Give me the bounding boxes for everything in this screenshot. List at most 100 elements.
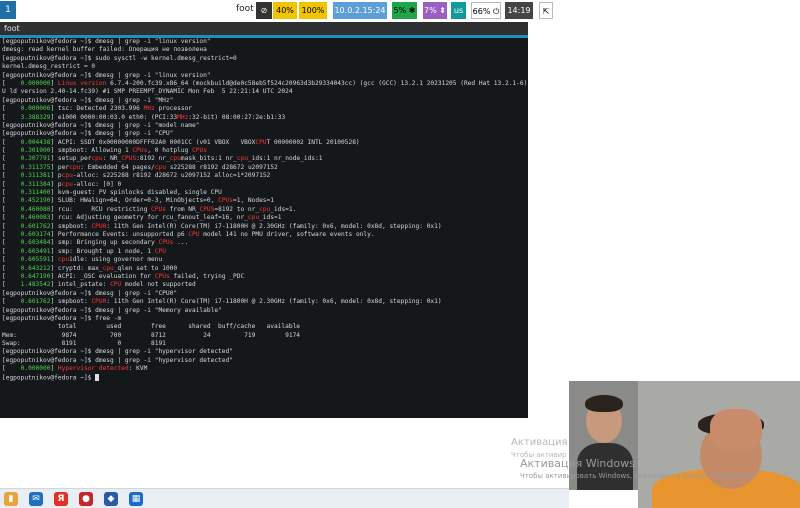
terminal-line: [egpoputnikov@fedora ~]$ free -m: [2, 315, 528, 323]
terminal-text: 0.603174: [20, 230, 51, 238]
top-status-bar: 1 foot ⊘40%100% 10.0.2.15:24 ⇅ 5% ✱ 7% ⬍us 6…: [0, 0, 800, 32]
terminal-text: ] ACPI: SSDT 0x00000000DFFF02A0 0001CC (…: [50, 138, 256, 146]
terminal-text: CPUs: [218, 197, 233, 205]
terminal-text: [: [2, 163, 21, 171]
terminal-output[interactable]: [egpoputnikov@fedora ~]$ dmesg | grep -i…: [0, 38, 528, 418]
terminal-text: [: [2, 79, 21, 87]
terminal-text: ] smpboot:: [50, 298, 92, 306]
terminal-text: Swap: 8191 0 8191: [2, 340, 166, 348]
terminal-text: ] kvm-guest: PV spinlocks disabled, sing…: [50, 189, 222, 197]
crossed-eye-icon[interactable]: ⊘: [256, 2, 272, 19]
desktop-screen: 1 foot ⊘40%100% 10.0.2.15:24 ⇅ 5% ✱ 7% ⬍us 6…: [0, 0, 800, 508]
terminal-line: [egpoputnikov@fedora ~]$ dmesg | grep -i…: [2, 72, 528, 80]
terminal-line: [ 0.643212] cryptd: max_cpu_qlen set to …: [2, 265, 528, 273]
status-chip-6[interactable]: us: [451, 2, 466, 19]
terminal-text: 0.601762: [20, 298, 51, 306]
terminal-text: cpu: [91, 155, 103, 163]
terminal-text: [egpoputnikov@fedora ~]$ dmesg | grep -i…: [2, 121, 200, 129]
terminal-line: [ 0.460080] rcu: RCU restricting CPUs fr…: [2, 206, 528, 214]
file-explorer-icon[interactable]: ▮: [4, 492, 18, 506]
terminal-text: =8192 to nr_: [214, 205, 260, 213]
terminal-text: 0.603484: [20, 239, 51, 247]
terminal-text: [: [2, 272, 21, 280]
status-chip-8[interactable]: 14:19: [505, 2, 533, 19]
terminal-text: 0.311381: [20, 172, 51, 180]
terminal-text: : Embedded 64 pages/: [80, 163, 155, 171]
status-chip-5[interactable]: 7% ⬍: [423, 2, 447, 19]
terminal-text: ] SLUB: HWalign=64, Order=0-3, MinObject…: [50, 197, 219, 205]
terminal-text: ] rcu: RCU restricting: [50, 205, 152, 213]
terminal-text: Mem: 9874 700 8712 24 719 9174: [2, 331, 301, 339]
terminal-text: cpu: [169, 155, 181, 163]
terminal-text: [egpoputnikov@fedora ~]$ dmesg | grep -i…: [2, 306, 222, 314]
terminal-text: ]: [50, 365, 58, 373]
terminal-text: cpu: [236, 155, 248, 163]
terminal-text: mask_bits:1 nr_: [180, 155, 237, 163]
terminal-text: [: [2, 155, 21, 163]
terminal-text: cpu: [61, 172, 73, 180]
terminal-text: [egpoputnikov@fedora ~]$ dmesg | grep -i…: [2, 130, 174, 138]
terminal-text: MHz: [177, 113, 189, 121]
status-chip-7[interactable]: 66% ⏻: [471, 2, 501, 19]
status-chip-2[interactable]: 100%: [299, 2, 327, 19]
terminal-text: T 00000002 INTL 20100528): [266, 138, 360, 146]
terminal-text: ] p: [50, 180, 62, 188]
status-chip-1[interactable]: 40%: [273, 2, 297, 19]
workspace-indicator[interactable]: 1: [0, 1, 16, 19]
terminal-line: [egpoputnikov@fedora ~]$ dmesg | grep -i…: [2, 130, 528, 138]
terminal-text: =1, Nodes=1: [233, 197, 274, 205]
terminal-text: ...: [173, 239, 189, 247]
terminal-text: [: [2, 247, 21, 255]
terminal-text: [: [2, 180, 21, 188]
terminal-text: CPU: [255, 138, 267, 146]
terminal-line: [ 0.603491] smp: Brought up 1 node, 1 CP…: [2, 248, 528, 256]
terminal-line: [ 0.605591] cpuidle: using governor menu: [2, 256, 528, 264]
terminal-text: [egpoputnikov@fedora ~]$ dmesg | grep -i…: [2, 38, 211, 45]
terminal-text: [: [2, 197, 21, 205]
terminal-text: _ids=1.: [270, 205, 297, 213]
terminal-text: [: [2, 256, 21, 264]
terminal-text: _ids:1 nr_node_ids:1: [247, 155, 323, 163]
activation-watermark-3: Активация Windows: [520, 457, 635, 470]
terminal-text: CPUs: [154, 272, 170, 280]
terminal-text: CPUs: [132, 147, 148, 155]
terminal-text: [: [2, 189, 21, 197]
terminal-line: [ 0.603174] Performance Events: unsuppor…: [2, 231, 528, 239]
terminal-text: [: [2, 113, 21, 121]
terminal-line: [ 0.000000] Linux version 6.7.4-200.fc39…: [2, 80, 528, 88]
terminal-text: cpu: [69, 163, 81, 171]
terminal-text: model 141 no PMU driver, software events…: [199, 230, 375, 238]
terminal-text: [egpoputnikov@fedora ~]$ dmesg | grep -i…: [2, 289, 178, 297]
terminal-title-bar[interactable]: foot: [0, 22, 528, 35]
virtualbox-icon[interactable]: ◆: [104, 492, 118, 506]
terminal-text: CPUS: [121, 155, 137, 163]
terminal-text: [egpoputnikov@fedora ~]$ dmesg | grep -i…: [2, 356, 233, 364]
terminal-text: 0.000000: [20, 79, 51, 87]
terminal-line: Swap: 8191 0 8191: [2, 340, 528, 348]
terminal-text: failed, trying _PDC: [169, 272, 245, 280]
terminal-text: : 11th Gen Intel(R) Core(TM) i7-11800H @…: [106, 222, 442, 230]
terminal-text: 0.452190: [20, 197, 51, 205]
terminal-line: [egpoputnikov@fedora ~]$: [2, 373, 528, 382]
ladybug-app-icon[interactable]: ●: [79, 492, 93, 506]
terminal-text: CPU: [188, 230, 200, 238]
terminal-line: [ 0.311375] percpu: Embedded 64 pages/cp…: [2, 164, 528, 172]
maximize-icon[interactable]: ⇱: [539, 2, 553, 19]
terminal-text: model not supported: [121, 281, 196, 289]
terminal-text: [: [2, 214, 21, 222]
grid-app-icon[interactable]: ▦: [129, 492, 143, 506]
yandex-browser-icon[interactable]: Я: [54, 492, 68, 506]
terminal-text: -alloc: s225288 r8192 d28672 u2097152 al…: [72, 172, 271, 180]
terminal-text: ] smpboot: Allowing 1: [50, 147, 133, 155]
terminal-line: [ 0.452190] SLUB: HWalign=64, Order=0-3,…: [2, 197, 528, 205]
terminal-text: total used free shared buff/cache availa…: [2, 323, 301, 331]
terminal-text: : NR_: [102, 155, 122, 163]
status-chip-4[interactable]: 5% ✱: [392, 2, 417, 19]
terminal-text: cpu: [154, 163, 166, 171]
terminal-text: idle: using governor menu: [69, 256, 163, 264]
mail-icon[interactable]: ✉: [29, 492, 43, 506]
status-chip-3[interactable]: 10.0.2.15:24 ⇅: [333, 2, 387, 32]
terminal-text: cpu: [247, 214, 260, 222]
terminal-text: [: [2, 172, 21, 180]
terminal-text: cpu: [57, 256, 70, 264]
